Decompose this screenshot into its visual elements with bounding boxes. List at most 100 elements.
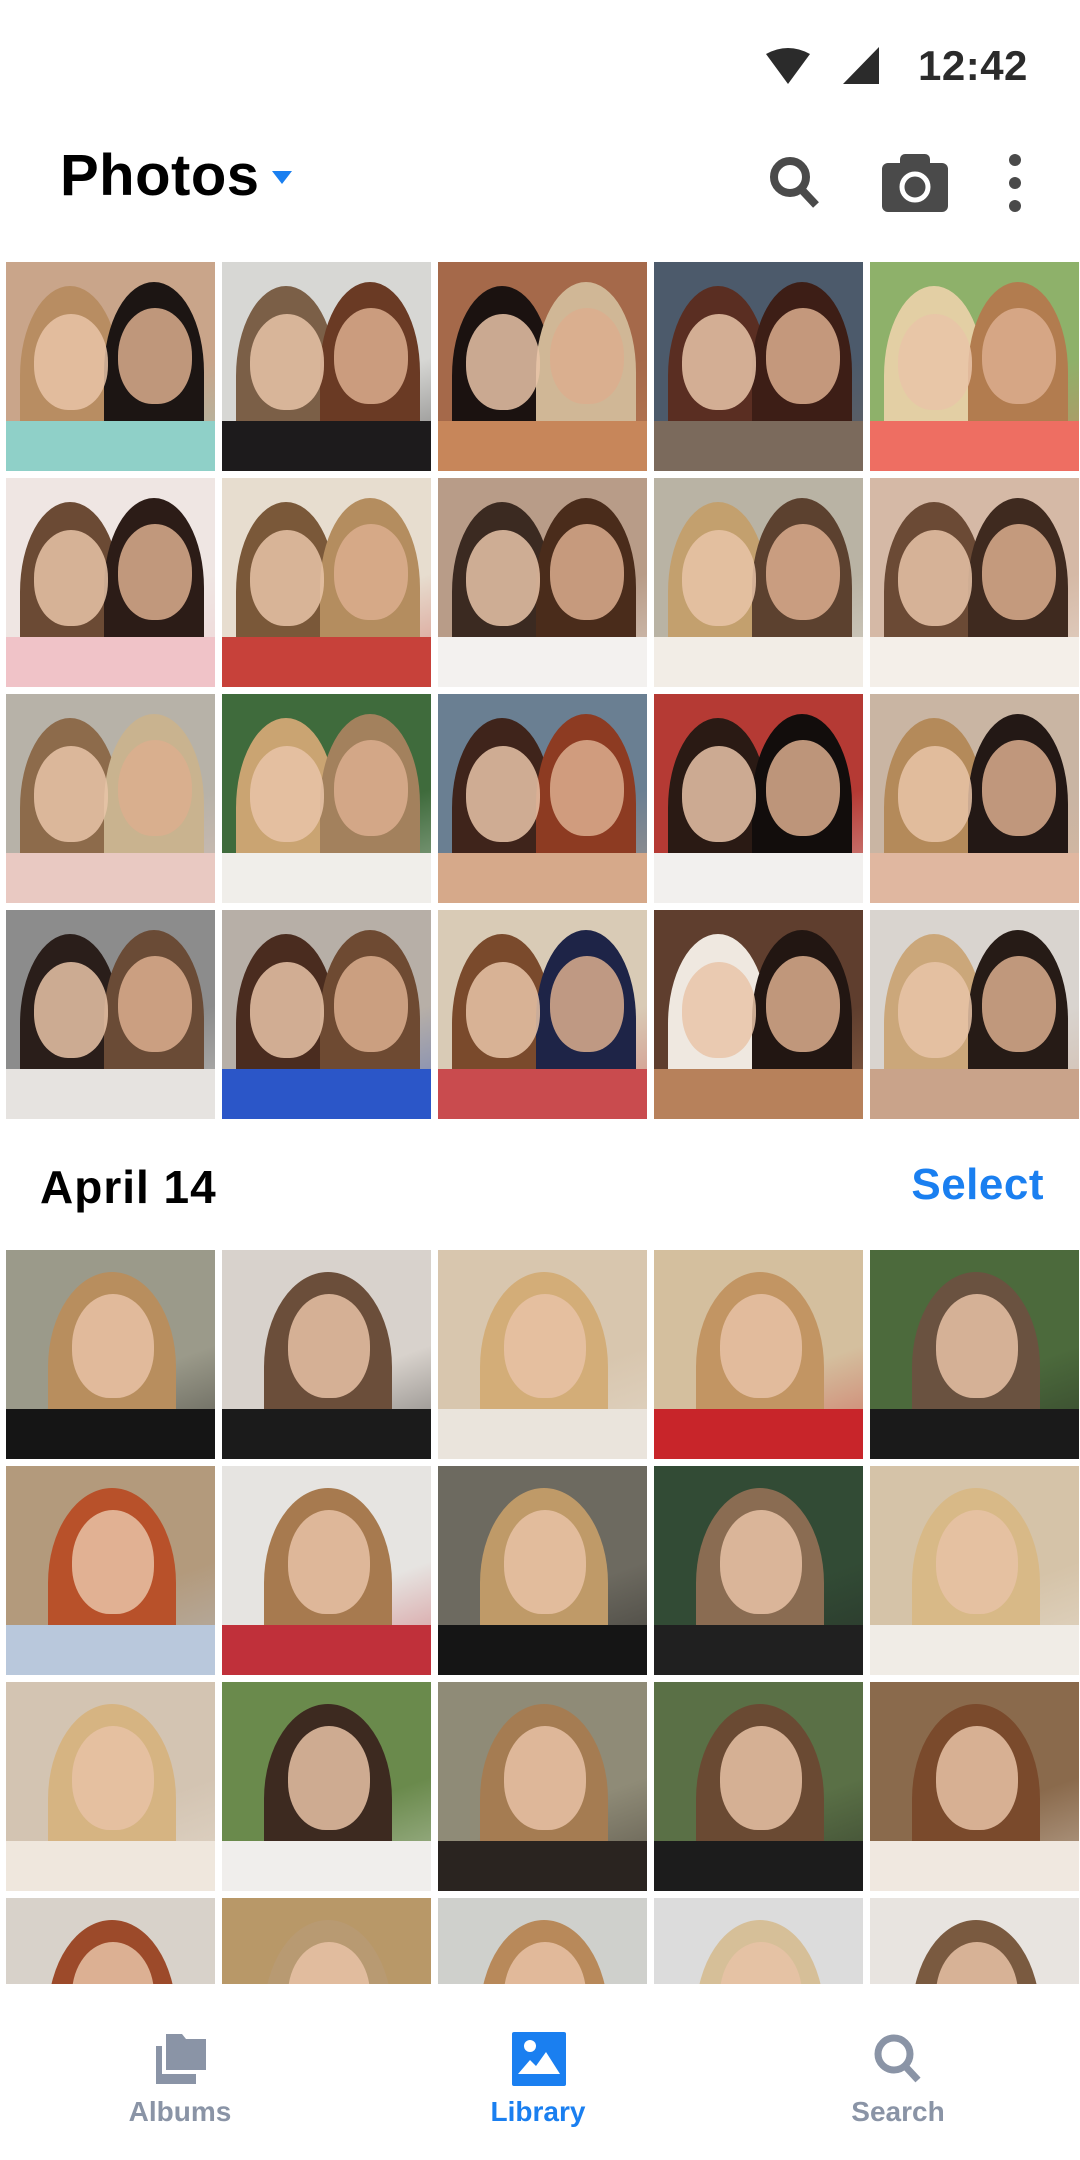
photo-thumbnail[interactable] — [654, 1682, 863, 1891]
photo-subject-face — [504, 1726, 586, 1830]
photo-thumbnail[interactable] — [438, 1682, 647, 1891]
photo-thumbnail[interactable] — [654, 478, 863, 687]
section-date: April 14 — [40, 1161, 217, 1213]
photo-subject-face — [288, 1510, 370, 1614]
photo-thumbnail[interactable] — [222, 694, 431, 903]
nav-albums[interactable]: Albums — [80, 1984, 280, 2160]
photo-thumbnail[interactable] — [654, 1898, 863, 1984]
camera-button[interactable] — [880, 148, 950, 218]
select-button[interactable]: Select — [911, 1160, 1044, 1210]
photo-thumbnail[interactable] — [870, 262, 1079, 471]
photo-thumbnail[interactable] — [438, 478, 647, 687]
photo-thumbnail[interactable] — [870, 694, 1079, 903]
photo-subject-face — [720, 1294, 802, 1398]
photo-subject-body — [438, 853, 647, 903]
photo-thumbnail[interactable] — [870, 1466, 1079, 1675]
photo-thumbnail[interactable] — [438, 1466, 647, 1675]
photo-thumbnail[interactable] — [6, 478, 215, 687]
photo-subject-body — [6, 853, 215, 903]
search-icon — [874, 2034, 921, 2083]
photo-subject-body — [222, 1625, 431, 1675]
photo-thumbnail[interactable] — [438, 694, 647, 903]
photo-subject-face — [766, 308, 840, 404]
photo-subject-face — [72, 1510, 154, 1614]
photo-subject-face — [118, 740, 192, 836]
library-icon — [512, 2032, 566, 2086]
photo-subject-face — [466, 746, 540, 842]
photo-thumbnail[interactable] — [222, 1466, 431, 1675]
page-title: Photos — [60, 143, 260, 208]
photo-thumbnail[interactable] — [654, 1466, 863, 1675]
photo-thumbnail[interactable] — [6, 1250, 215, 1459]
photo-subject-face — [334, 524, 408, 620]
photo-subject-body — [438, 421, 647, 471]
photo-subject-face — [466, 530, 540, 626]
photo-subject-body — [222, 421, 431, 471]
nav-search[interactable]: Search — [798, 1984, 998, 2160]
photo-subject-face — [250, 314, 324, 410]
section-header: April 14 Select — [0, 1150, 1080, 1230]
photo-subject-face — [898, 530, 972, 626]
photo-thumbnail[interactable] — [870, 1898, 1079, 1984]
photo-thumbnail[interactable] — [654, 1250, 863, 1459]
photo-thumbnail[interactable] — [654, 910, 863, 1119]
photo-subject-face — [288, 1294, 370, 1398]
photo-thumbnail[interactable] — [222, 478, 431, 687]
photo-subject-face — [898, 746, 972, 842]
photo-thumbnail[interactable] — [6, 1898, 215, 1984]
photo-thumbnail[interactable] — [222, 1250, 431, 1459]
albums-icon — [156, 2034, 206, 2084]
photo-thumbnail[interactable] — [438, 1250, 647, 1459]
photo-thumbnail[interactable] — [222, 1682, 431, 1891]
photo-subject-face — [72, 1294, 154, 1398]
photo-subject-body — [222, 853, 431, 903]
photo-thumbnail[interactable] — [438, 262, 647, 471]
search-button[interactable] — [760, 148, 830, 218]
photo-subject-face — [288, 1726, 370, 1830]
photo-subject-face — [982, 956, 1056, 1052]
photo-subject-body — [654, 637, 863, 687]
photo-thumbnail[interactable] — [870, 1250, 1079, 1459]
photo-thumbnail[interactable] — [870, 910, 1079, 1119]
photo-thumbnail[interactable] — [870, 1682, 1079, 1891]
photo-subject-face — [250, 746, 324, 842]
photo-subject-face — [118, 524, 192, 620]
photo-subject-body — [6, 1625, 215, 1675]
photo-subject-face — [720, 1726, 802, 1830]
photo-subject-face — [334, 956, 408, 1052]
photo-subject-face — [34, 530, 108, 626]
photo-thumbnail[interactable] — [870, 478, 1079, 687]
photo-thumbnail[interactable] — [438, 1898, 647, 1984]
photo-subject-face — [250, 962, 324, 1058]
photo-thumbnail[interactable] — [222, 1898, 431, 1984]
photo-subject-body — [654, 1069, 863, 1119]
photo-thumbnail[interactable] — [222, 910, 431, 1119]
photo-thumbnail[interactable] — [222, 262, 431, 471]
caret-down-icon — [271, 171, 292, 184]
photo-thumbnail[interactable] — [6, 1466, 215, 1675]
photo-subject-face — [766, 740, 840, 836]
photo-thumbnail[interactable] — [6, 1682, 215, 1891]
more-options-button[interactable] — [980, 148, 1050, 218]
photo-subject-body — [6, 1841, 215, 1891]
photo-thumbnail[interactable] — [654, 262, 863, 471]
photo-subject-face — [34, 314, 108, 410]
photo-subject-face — [682, 314, 756, 410]
photo-subject-body — [222, 1069, 431, 1119]
search-icon — [770, 157, 819, 208]
photo-subject-body — [870, 421, 1079, 471]
photo-subject-face — [550, 740, 624, 836]
photo-thumbnail[interactable] — [438, 910, 647, 1119]
photo-thumbnail[interactable] — [6, 262, 215, 471]
cellular-signal-icon — [843, 47, 879, 84]
photo-subject-body — [438, 1409, 647, 1459]
photo-thumbnail[interactable] — [6, 694, 215, 903]
photo-subject-face — [682, 962, 756, 1058]
photo-grid — [6, 1250, 1079, 1984]
photo-subject-body — [222, 1841, 431, 1891]
photo-thumbnail[interactable] — [654, 694, 863, 903]
nav-library[interactable]: Library — [438, 1984, 638, 2160]
photo-thumbnail[interactable] — [6, 910, 215, 1119]
photo-subject-body — [6, 637, 215, 687]
photos-title-dropdown[interactable]: Photos — [60, 142, 292, 209]
